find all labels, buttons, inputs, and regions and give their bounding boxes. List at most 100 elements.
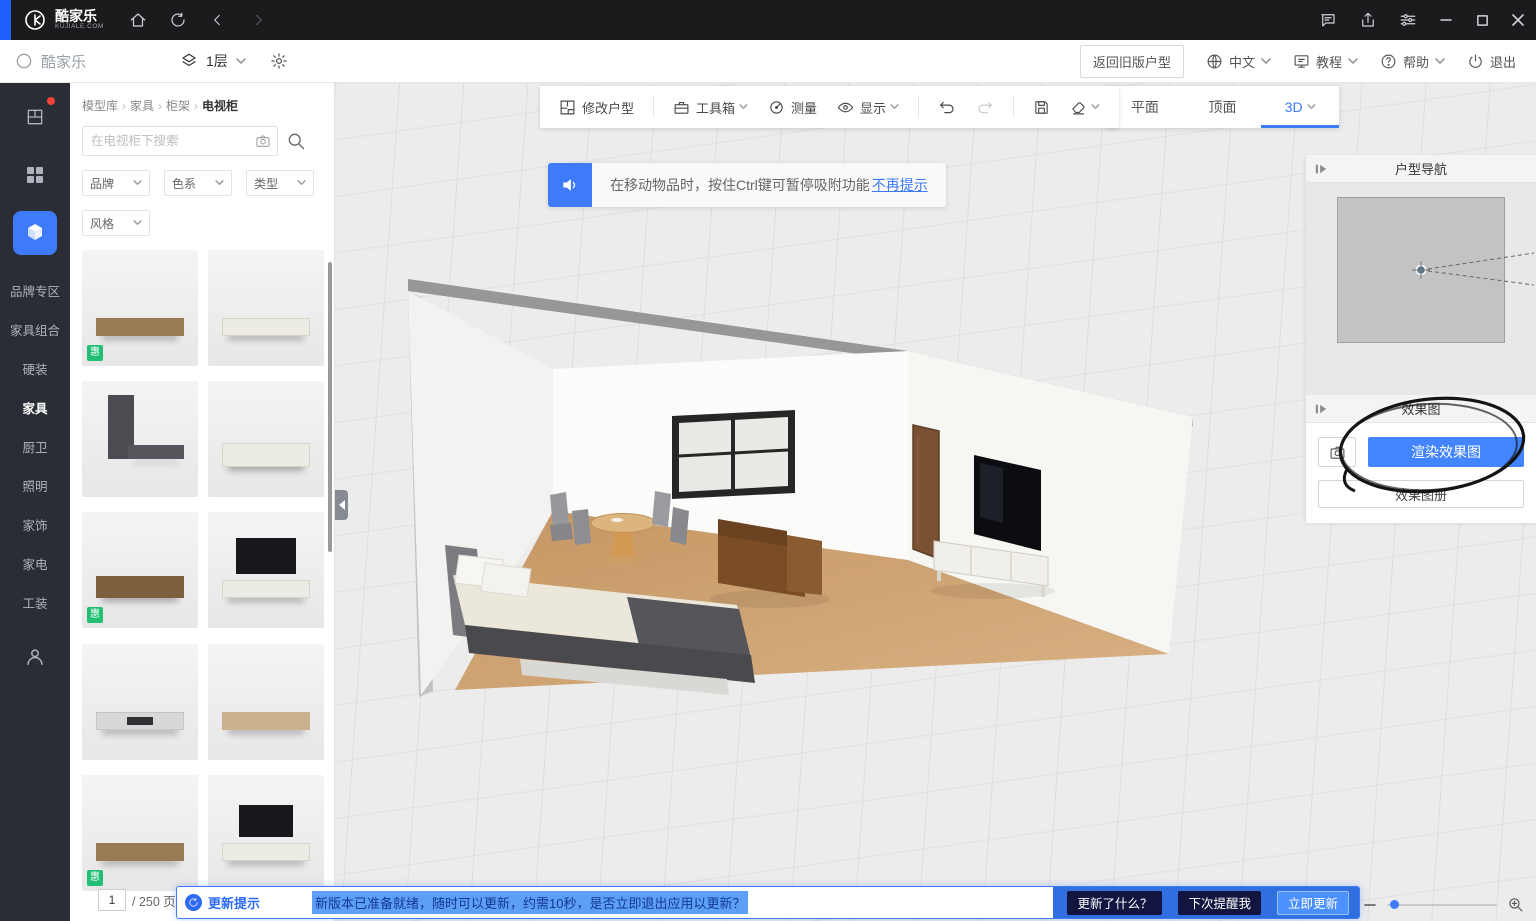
language-menu[interactable]: 中文: [1206, 52, 1271, 71]
tutorial-menu[interactable]: 教程: [1293, 52, 1358, 71]
share-button[interactable]: [1348, 0, 1388, 40]
breadcrumb-tv-cabinet[interactable]: 电视柜: [202, 97, 238, 114]
product-thumbnail[interactable]: 惠: [82, 250, 198, 366]
floorplan-minimap[interactable]: [1306, 183, 1536, 395]
search-input[interactable]: [82, 126, 278, 156]
render-album-button[interactable]: 效果图册: [1318, 480, 1524, 508]
pagination: / 250 页: [98, 889, 176, 911]
product-thumbnail[interactable]: [208, 644, 324, 760]
modify-floorplan-button[interactable]: 修改户型: [552, 98, 641, 117]
zoom-out-icon[interactable]: [1363, 898, 1377, 912]
door[interactable]: [913, 425, 939, 559]
catalog-scrollbar[interactable]: [328, 262, 332, 552]
product-thumbnail[interactable]: [82, 644, 198, 760]
catalog-collapse-handle[interactable]: [335, 490, 348, 520]
floorplan-icon: [559, 99, 576, 116]
filter-brand[interactable]: 品牌: [82, 170, 150, 196]
product-thumbnail[interactable]: [208, 250, 324, 366]
minimize-button[interactable]: [1428, 0, 1464, 40]
user-profile-button[interactable]: [24, 646, 46, 668]
sidebar-item-hard-decor[interactable]: 硬装: [22, 349, 47, 388]
sidebar-item-commercial[interactable]: 工装: [22, 583, 47, 622]
update-now-button[interactable]: 立即更新: [1277, 891, 1349, 915]
close-button[interactable]: [1500, 0, 1536, 40]
product-thumbnail[interactable]: [82, 381, 198, 497]
apps-grid-button[interactable]: [13, 153, 57, 197]
sidebar-item-lighting[interactable]: 照明: [22, 466, 47, 505]
floor-selector[interactable]: 1层: [170, 45, 256, 77]
remind-later-button[interactable]: 下次提醒我: [1178, 891, 1261, 915]
undo-button[interactable]: [931, 98, 963, 116]
refresh-icon: [169, 11, 187, 29]
speaker-icon-box: [548, 163, 592, 207]
home-button[interactable]: [118, 0, 158, 40]
refresh-button[interactable]: [158, 0, 198, 40]
sliders-icon: [1399, 11, 1417, 29]
zoom-control: [1363, 896, 1524, 913]
breadcrumb-cabinets[interactable]: 柜架: [166, 97, 190, 114]
model-library-button[interactable]: [13, 211, 57, 255]
tab-3d-view[interactable]: 3D: [1261, 86, 1339, 128]
product-thumbnail[interactable]: [208, 775, 324, 891]
home-icon: [129, 11, 147, 29]
3d-viewport[interactable]: 修改户型 工具箱 测量 显示: [335, 83, 1536, 921]
floorplan-library-button[interactable]: [13, 95, 57, 139]
sidebar-item-appliances[interactable]: 家电: [22, 544, 47, 583]
filter-color[interactable]: 色系: [164, 170, 232, 196]
measure-button[interactable]: 测量: [761, 98, 824, 117]
product-thumbnail[interactable]: [208, 512, 324, 628]
settings-sliders-button[interactable]: [1388, 0, 1428, 40]
render-image-button[interactable]: 渲染效果图: [1368, 437, 1524, 467]
product-thumbnail[interactable]: 惠: [82, 512, 198, 628]
product-grid: 惠 惠 惠: [70, 236, 334, 896]
toolbox-menu[interactable]: 工具箱: [666, 98, 755, 117]
sidebar-item-home-decor[interactable]: 家饰: [22, 505, 47, 544]
help-menu[interactable]: 帮助: [1380, 52, 1445, 71]
logout-button[interactable]: 退出: [1467, 52, 1516, 71]
page-number-input[interactable]: [98, 889, 126, 911]
redo-button[interactable]: [969, 98, 1001, 116]
floor-settings-button[interactable]: [270, 52, 288, 70]
question-circle-icon: [1380, 53, 1397, 70]
collapse-toggle-button[interactable]: [1315, 403, 1327, 415]
zoom-in-icon[interactable]: [1507, 896, 1524, 913]
product-thumbnail[interactable]: [208, 381, 324, 497]
user-icon: [24, 646, 46, 668]
forward-button[interactable]: [238, 0, 278, 40]
filter-type[interactable]: 类型: [246, 170, 314, 196]
camera-position-icon[interactable]: [1412, 261, 1430, 279]
feedback-button[interactable]: [1308, 0, 1348, 40]
breadcrumb-separator: ›: [158, 99, 162, 113]
tv-image: [236, 538, 296, 574]
breadcrumb-furniture[interactable]: 家具: [130, 97, 154, 114]
app-name: 酷家乐: [55, 9, 104, 24]
tab-ceiling-view[interactable]: 顶面: [1184, 86, 1262, 128]
snapshot-camera-button[interactable]: [1318, 437, 1356, 467]
zoom-slider-knob[interactable]: [1390, 900, 1399, 909]
zoom-slider[interactable]: [1387, 904, 1497, 906]
save-button[interactable]: [1026, 99, 1057, 116]
back-button[interactable]: [198, 0, 238, 40]
sidebar-item-kitchen-bath[interactable]: 厨卫: [22, 427, 47, 466]
window[interactable]: [672, 410, 795, 499]
filter-style[interactable]: 风格: [82, 210, 150, 236]
whats-new-button[interactable]: 更新了什么？: [1067, 891, 1162, 915]
notification-dot: [47, 97, 55, 105]
sidebar-item-brand-zone[interactable]: 品牌专区: [10, 271, 60, 310]
back-to-old-version-button[interactable]: 返回旧版户型: [1080, 45, 1184, 78]
maximize-button[interactable]: [1464, 0, 1500, 40]
breadcrumb-model-library[interactable]: 模型库: [82, 97, 118, 114]
display-menu[interactable]: 显示: [830, 98, 906, 117]
sidebar-item-furniture-sets[interactable]: 家具组合: [10, 310, 60, 349]
floorplan-nav-header: 户型导航: [1306, 155, 1536, 183]
product-thumbnail[interactable]: 惠: [82, 775, 198, 891]
comment-icon: [1319, 11, 1337, 29]
collapse-toggle-button[interactable]: [1315, 163, 1327, 175]
sidebar-item-furniture[interactable]: 家具: [22, 388, 47, 427]
toolbar-divider: [653, 96, 654, 118]
search-submit-button[interactable]: [286, 131, 306, 151]
hint-toast: 在移动物品时，按住Ctrl键可暂停吸附功能 不再提示: [548, 163, 946, 207]
eraser-menu[interactable]: [1063, 99, 1107, 116]
image-search-button[interactable]: [255, 133, 271, 149]
dismiss-forever-link[interactable]: 不再提示: [872, 175, 928, 195]
